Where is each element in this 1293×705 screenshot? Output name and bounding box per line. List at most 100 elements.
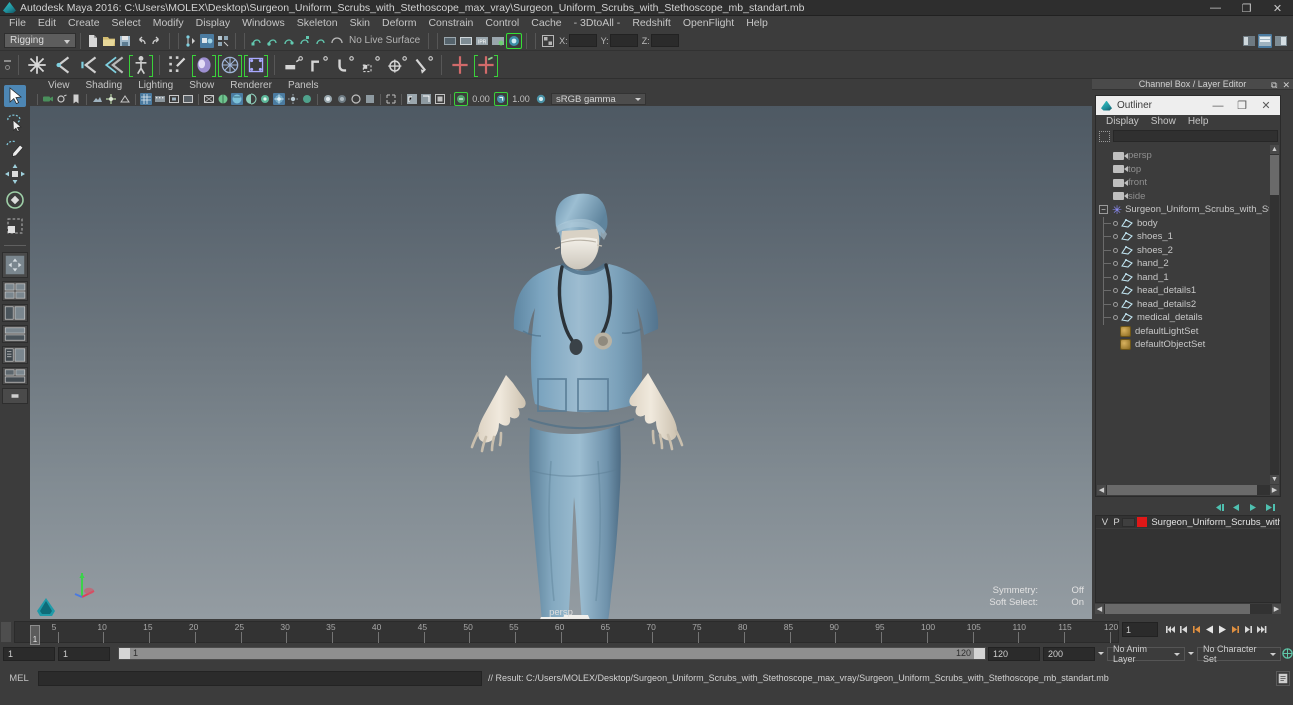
play-forwards-icon[interactable] <box>1216 622 1229 637</box>
layer-options-icon[interactable] <box>1247 502 1259 513</box>
outliner-item-shoes-1[interactable]: shoes_1 <box>1099 230 1269 244</box>
outliner-tree[interactable]: persp top front side − ✳ Surgeon_Uniform… <box>1099 145 1269 484</box>
outliner-item-medical-details[interactable]: medical_details <box>1099 311 1269 325</box>
outliner-item-shoes-2[interactable]: shoes_2 <box>1099 243 1269 258</box>
cluster-icon[interactable] <box>474 53 498 77</box>
outliner-item-hand-2[interactable]: hand_2 <box>1099 257 1269 271</box>
range-slider[interactable]: 1 120 <box>118 647 986 660</box>
playback-end-field[interactable]: 200 <box>1043 646 1095 661</box>
save-scene-icon[interactable] <box>118 34 132 48</box>
scroll-up-arrow-icon[interactable]: ▲ <box>1270 145 1279 154</box>
anim-layer-caret-icon[interactable] <box>1185 647 1197 661</box>
xray-mode-icon[interactable] <box>350 93 362 105</box>
show-attribute-editor-icon[interactable] <box>1242 34 1256 48</box>
viewport-menu-lighting[interactable]: Lighting <box>130 79 181 92</box>
viewport-menu-shading[interactable]: Shading <box>78 79 131 92</box>
shelf-tab-handle[interactable] <box>2 54 13 76</box>
layer-playback-header[interactable]: P <box>1111 517 1123 528</box>
new-layer-from-selected-icon[interactable] <box>1230 502 1242 513</box>
outliner-item-default-light-set[interactable]: defaultLightSet <box>1099 325 1269 339</box>
range-left-handle[interactable] <box>119 648 130 659</box>
go-to-start-icon[interactable] <box>1164 622 1177 637</box>
viewport-renderer-toggle-icon[interactable] <box>506 32 523 49</box>
open-scene-icon[interactable] <box>102 34 116 48</box>
snap-to-curve-icon[interactable] <box>266 34 280 48</box>
script-editor-icon[interactable] <box>1276 670 1290 686</box>
play-backwards-icon[interactable] <box>1203 622 1216 637</box>
layout-outliner-persp-icon[interactable] <box>2 346 28 364</box>
range-options-caret-icon[interactable] <box>1095 647 1107 661</box>
gamma-reset-icon[interactable] <box>420 93 432 105</box>
go-to-end-icon[interactable] <box>1255 622 1268 637</box>
layer-list[interactable]: V P Surgeon_Uniform_Scrubs_with_Stet <box>1095 515 1281 603</box>
menu-select[interactable]: Select <box>106 16 147 31</box>
search-filter-icon[interactable] <box>1099 130 1110 142</box>
command-language-label[interactable]: MEL <box>0 673 38 684</box>
outliner-horizontal-scrollbar[interactable]: ◀ ▶ <box>1097 485 1279 495</box>
step-back-frame-icon[interactable] <box>1190 622 1203 637</box>
anim-layer-dropdown[interactable]: No Anim Layer <box>1107 644 1185 664</box>
smooth-shade-all-icon[interactable] <box>217 93 229 105</box>
range-start-field[interactable]: 1 <box>3 646 55 661</box>
minimize-button[interactable]: — <box>1200 0 1231 16</box>
bind-skin-icon[interactable] <box>129 53 153 77</box>
outliner-vertical-scrollbar[interactable]: ▲ ▼ <box>1270 145 1279 484</box>
layout-two-pane-side-icon[interactable] <box>2 304 28 322</box>
auto-keyframe-icon[interactable] <box>1281 646 1293 661</box>
outliner-item-surgeon-group[interactable]: − ✳ Surgeon_Uniform_Scrubs_with_Stethos <box>1099 203 1269 217</box>
layout-two-pane-stacked-icon[interactable] <box>2 325 28 343</box>
select-by-hierarchy-icon[interactable] <box>184 34 198 48</box>
hardware-texturing-icon[interactable] <box>245 93 257 105</box>
rotate-tool-icon[interactable] <box>4 189 26 211</box>
layout-four-view-icon[interactable] <box>2 281 28 301</box>
new-layer-icon[interactable] <box>1213 502 1225 513</box>
viewport-menu-view[interactable]: View <box>40 79 78 92</box>
character-set-dropdown[interactable]: No Character Set <box>1197 644 1281 664</box>
outliner-item-persp[interactable]: persp <box>1099 149 1269 163</box>
menu-control[interactable]: Control <box>479 16 525 31</box>
pole-vector-icon[interactable] <box>411 53 435 77</box>
grid-toggle-icon2[interactable] <box>119 93 131 105</box>
viewport-menu-renderer[interactable]: Renderer <box>222 79 280 92</box>
snap-to-projected-center-icon[interactable] <box>298 34 312 48</box>
new-scene-icon[interactable] <box>86 34 100 48</box>
ik-spline-icon[interactable] <box>103 53 127 77</box>
outliner-item-body[interactable]: body <box>1099 216 1269 231</box>
menu-file[interactable]: File <box>3 16 32 31</box>
scale-constraint-icon[interactable] <box>359 53 383 77</box>
step-forward-key-icon[interactable] <box>1242 622 1255 637</box>
outliner-menu-display[interactable]: Display <box>1100 115 1145 128</box>
wireframe-shading-icon[interactable] <box>203 93 215 105</box>
viewport-menu-show[interactable]: Show <box>181 79 222 92</box>
scroll-right-arrow-icon[interactable]: ▶ <box>1270 485 1279 495</box>
camera-attributes-icon[interactable] <box>56 93 68 105</box>
outliner-search-input[interactable] <box>1113 130 1278 142</box>
menu-create[interactable]: Create <box>62 16 106 31</box>
gamma-value[interactable]: 1.00 <box>508 93 534 105</box>
select-camera-icon[interactable] <box>42 93 54 105</box>
outliner-item-head-details2[interactable]: head_details2 <box>1099 297 1269 312</box>
menu-set-selector[interactable]: Rigging <box>4 33 76 48</box>
layer-color-swatch[interactable] <box>1137 517 1148 527</box>
menu-display[interactable]: Display <box>190 16 236 31</box>
coord-input-y[interactable] <box>609 34 638 47</box>
menu-skin[interactable]: Skin <box>344 16 376 31</box>
two-sided-lighting-icon[interactable] <box>105 93 117 105</box>
layer-horizontal-scrollbar[interactable]: ◀ ▶ <box>1095 604 1281 614</box>
outliner-menu-show[interactable]: Show <box>1145 115 1182 128</box>
orient-constraint-icon[interactable] <box>333 53 357 77</box>
snap-to-view-plane-icon[interactable] <box>314 34 328 48</box>
outliner-item-side[interactable]: side <box>1099 190 1269 204</box>
point-constraint-icon[interactable] <box>307 53 331 77</box>
close-button[interactable]: ✕ <box>1262 0 1293 16</box>
move-tool-icon[interactable] <box>4 163 26 185</box>
exposure-toggle-icon[interactable] <box>454 92 468 106</box>
scrollbar-thumb[interactable] <box>1105 604 1250 614</box>
interactive-bind-icon[interactable] <box>192 53 216 77</box>
exposure-value[interactable]: 0.00 <box>468 93 494 105</box>
show-channel-box-icon[interactable] <box>1274 34 1288 48</box>
mirror-skin-weights-icon[interactable] <box>244 53 268 77</box>
parent-constraint-icon[interactable] <box>281 53 305 77</box>
menu-redshift[interactable]: Redshift <box>626 16 677 31</box>
menu-windows[interactable]: Windows <box>236 16 291 31</box>
